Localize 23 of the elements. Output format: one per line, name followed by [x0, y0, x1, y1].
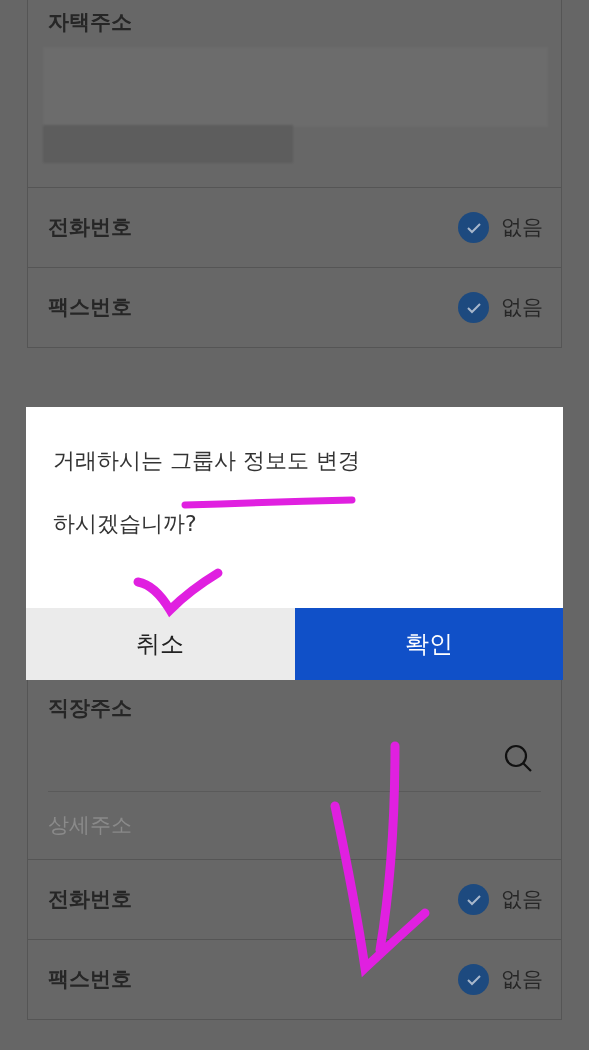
check-icon: [465, 301, 482, 314]
confirm-button[interactable]: 확인: [294, 608, 563, 680]
search-icon[interactable]: [503, 742, 533, 773]
option-label: 없음: [501, 965, 543, 993]
dialog-message: 하시겠습니까?: [53, 511, 197, 537]
field-label: 전화번호: [48, 213, 132, 241]
section-label: 직장주소: [48, 694, 132, 722]
field-label: 팩스번호: [48, 965, 132, 993]
option-label: 없음: [501, 213, 543, 241]
checkbox[interactable]: [458, 964, 489, 995]
field-label: 전화번호: [48, 885, 132, 913]
section-label: 자택주소: [48, 8, 132, 36]
checkbox[interactable]: [458, 884, 489, 915]
field-label: 팩스번호: [48, 293, 132, 321]
checkbox[interactable]: [458, 292, 489, 323]
cancel-button[interactable]: 취소: [26, 608, 295, 680]
dialog-message: 거래하시는 그룹사 정보도 변경: [53, 448, 360, 474]
checkbox[interactable]: [458, 212, 489, 243]
check-icon: [465, 973, 482, 986]
option-label: 없음: [501, 885, 543, 913]
check-icon: [465, 221, 482, 234]
check-icon: [465, 893, 482, 906]
option-label: 없음: [501, 293, 543, 321]
